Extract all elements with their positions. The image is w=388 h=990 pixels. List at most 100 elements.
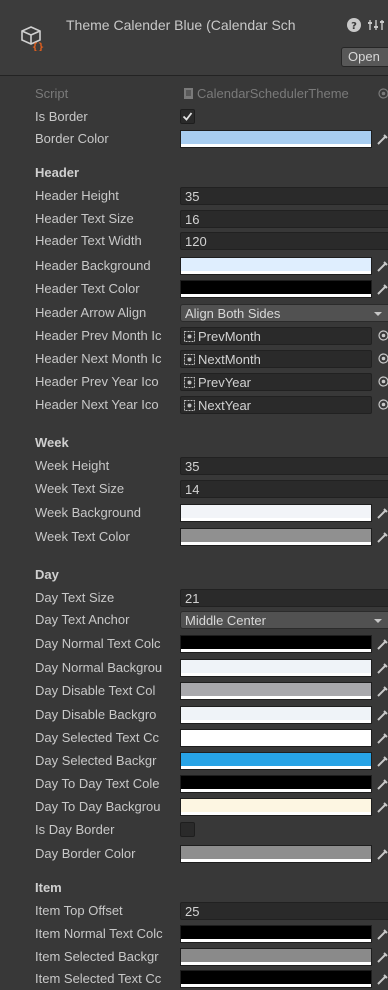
header-text-width-input[interactable]: 120 (180, 232, 388, 250)
eyedropper-icon[interactable] (375, 800, 388, 814)
day-text-size-label: Day Text Size (35, 590, 115, 605)
eyedropper-icon[interactable] (375, 506, 388, 520)
header-text-size-input[interactable]: 16 (180, 210, 388, 228)
header-arrow-align-dropdown[interactable]: Align Both Sides (180, 304, 388, 322)
day-disable-background-row: Day Disable Backgro (0, 704, 388, 725)
is-border-label: Is Border (35, 109, 88, 124)
header-text-color-row: Header Text Color (0, 278, 388, 299)
eyedropper-icon[interactable] (375, 927, 388, 941)
is-day-border-row: Is Day Border (0, 819, 388, 840)
header-next-month-icon-field[interactable]: NextMonth (180, 350, 372, 368)
day-text-size-input[interactable]: 21 (180, 589, 388, 607)
day-normal-text-color-row: Day Normal Text Colc (0, 633, 388, 654)
eyedropper-icon[interactable] (375, 282, 388, 296)
header-text-size-row: Header Text Size 16 (0, 208, 388, 229)
item-normal-text-color-swatch[interactable] (180, 925, 372, 943)
header-text-color-swatch[interactable] (180, 280, 372, 298)
eyedropper-icon[interactable] (375, 530, 388, 544)
eyedropper-icon[interactable] (375, 847, 388, 861)
help-icon[interactable]: ? (346, 17, 362, 33)
item-selected-background-swatch[interactable] (180, 948, 372, 966)
sprite-icon (184, 354, 195, 365)
border-color-swatch[interactable] (180, 130, 372, 148)
week-height-row: Week Height 35 (0, 455, 388, 476)
is-border-toggle[interactable] (180, 109, 195, 124)
eyedropper-icon[interactable] (375, 684, 388, 698)
presets-icon[interactable] (367, 17, 385, 33)
component-title: Theme Calender Blue (Calendar Sch (66, 17, 296, 33)
open-button[interactable]: Open (341, 47, 388, 67)
is-day-border-toggle[interactable] (180, 822, 195, 837)
header-next-year-icon-field[interactable]: NextYear (180, 396, 372, 414)
eyedropper-icon[interactable] (375, 972, 388, 986)
header-prev-year-icon-row: Header Prev Year Ico PrevYear (0, 371, 388, 392)
eyedropper-icon[interactable] (375, 661, 388, 675)
week-text-size-label: Week Text Size (35, 481, 125, 496)
eyedropper-icon[interactable] (375, 777, 388, 791)
day-text-size-row: Day Text Size 21 (0, 587, 388, 608)
header-next-year-icon-row: Header Next Year Ico NextYear (0, 394, 388, 415)
eyedropper-icon[interactable] (375, 754, 388, 768)
header-next-month-icon-label: Header Next Month Ic (35, 351, 162, 366)
day-today-background-label: Day To Day Backgrou (35, 799, 161, 814)
svg-text:{}: {} (32, 42, 44, 51)
header-background-label: Header Background (35, 258, 151, 273)
day-border-color-label: Day Border Color (35, 846, 136, 861)
object-picker-icon[interactable] (378, 353, 388, 364)
day-selected-background-label: Day Selected Backgr (35, 753, 157, 768)
item-normal-text-color-row: Item Normal Text Colc (0, 923, 388, 944)
day-today-text-color-swatch[interactable] (180, 775, 372, 793)
header-height-input[interactable]: 35 (180, 187, 388, 205)
header-background-row: Header Background (0, 255, 388, 276)
day-selected-background-swatch[interactable] (180, 752, 372, 770)
day-today-background-swatch[interactable] (180, 798, 372, 816)
header-prev-month-icon-field[interactable]: PrevMonth (180, 327, 372, 345)
eyedropper-icon[interactable] (375, 950, 388, 964)
day-normal-background-swatch[interactable] (180, 659, 372, 677)
header-text-size-label: Header Text Size (35, 211, 134, 226)
week-height-input[interactable]: 35 (180, 457, 388, 475)
week-height-label: Week Height (35, 458, 110, 473)
week-text-color-row: Week Text Color (0, 526, 388, 547)
header-prev-month-icon-label: Header Prev Month Ic (35, 328, 162, 343)
object-picker-icon[interactable] (378, 376, 388, 387)
day-disable-text-color-swatch[interactable] (180, 682, 372, 700)
day-text-anchor-dropdown[interactable]: Middle Center (180, 611, 388, 629)
object-picker-icon[interactable] (378, 330, 388, 341)
day-normal-background-label: Day Normal Backgrou (35, 660, 163, 675)
week-background-swatch[interactable] (180, 504, 372, 522)
day-border-color-row: Day Border Color (0, 843, 388, 864)
eyedropper-icon[interactable] (375, 637, 388, 651)
header-height-label: Header Height (35, 188, 119, 203)
checkmark-icon (182, 112, 193, 121)
script-asset-icon: {} (21, 26, 44, 51)
item-selected-text-color-swatch[interactable] (180, 970, 372, 988)
header-height-row: Header Height 35 (0, 185, 388, 206)
object-picker-icon (378, 88, 388, 99)
day-selected-text-color-label: Day Selected Text Cc (35, 730, 160, 745)
day-selected-text-color-swatch[interactable] (180, 729, 372, 747)
eyedropper-icon[interactable] (375, 259, 388, 273)
day-normal-text-color-swatch[interactable] (180, 635, 372, 653)
object-picker-icon[interactable] (378, 399, 388, 410)
dropdown-arrow-icon (374, 619, 382, 623)
week-text-size-input[interactable]: 14 (180, 480, 388, 498)
item-top-offset-label: Item Top Offset (35, 903, 123, 918)
header-text-width-row: Header Text Width 120 (0, 230, 388, 251)
eyedropper-icon[interactable] (375, 132, 388, 146)
day-disable-background-swatch[interactable] (180, 706, 372, 724)
header-prev-year-icon-field[interactable]: PrevYear (180, 373, 372, 391)
week-section-title: Week (35, 435, 69, 450)
day-disable-background-label: Day Disable Backgro (35, 707, 157, 722)
day-border-color-swatch[interactable] (180, 845, 372, 863)
item-top-offset-input[interactable]: 25 (180, 902, 388, 920)
header-arrow-align-label: Header Arrow Align (35, 305, 147, 320)
header-background-swatch[interactable] (180, 257, 372, 275)
eyedropper-icon[interactable] (375, 708, 388, 722)
week-text-color-swatch[interactable] (180, 528, 372, 546)
day-today-background-row: Day To Day Backgrou (0, 796, 388, 817)
day-disable-text-color-label: Day Disable Text Col (35, 683, 156, 698)
day-selected-background-row: Day Selected Backgr (0, 750, 388, 771)
header-next-year-icon-label: Header Next Year Ico (35, 397, 159, 412)
eyedropper-icon[interactable] (375, 731, 388, 745)
